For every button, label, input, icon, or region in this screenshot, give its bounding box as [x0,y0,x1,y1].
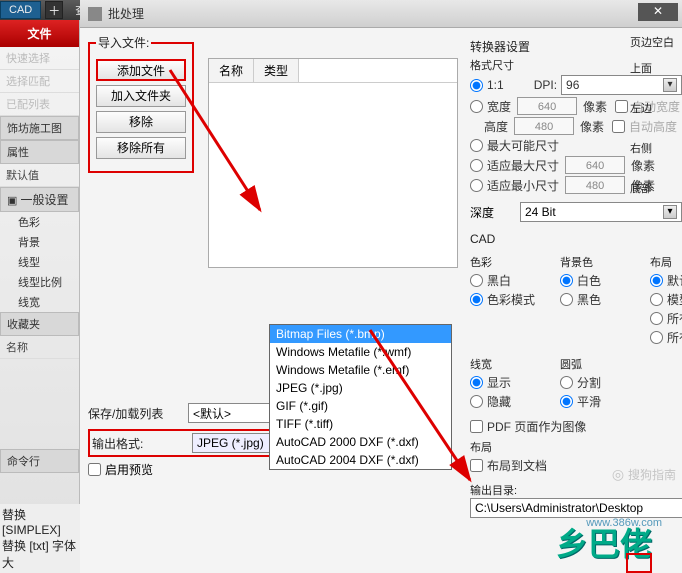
format-option[interactable]: Windows Metafile (*.wmf) [270,343,451,361]
sidebar-sub[interactable]: 线型比例 [0,272,79,292]
format-option[interactable]: GIF (*.gif) [270,397,451,415]
new-tab-button[interactable]: ＋ [45,1,63,19]
file-list[interactable]: 名称 类型 [208,58,458,268]
remove-all-button[interactable]: 移除所有 [96,137,186,159]
layout-model-radio[interactable] [650,293,663,306]
max-radio[interactable] [470,139,483,152]
smooth-radio[interactable] [560,395,573,408]
annotation-rect [626,553,652,573]
hide-radio[interactable] [470,395,483,408]
add-file-button[interactable]: 添加文件 [96,59,186,81]
auto-width-check[interactable] [615,100,628,113]
preview-checkbox[interactable] [88,463,101,476]
split-radio[interactable] [560,376,573,389]
sidebar-sub[interactable]: 背景 [0,232,79,252]
dialog-title: 批处理 [108,5,144,22]
sidebar-fav[interactable]: 收藏夹 [0,312,79,336]
colormode-radio[interactable] [470,293,483,306]
layout-all-radio[interactable] [650,312,663,325]
auto-height-check[interactable] [612,120,625,133]
dialog-titlebar: 批处理 ✕ [80,0,682,28]
layout-allp-radio[interactable] [650,331,663,344]
sidebar-item[interactable]: 选择匹配 [0,70,79,93]
pdf-img-check[interactable] [470,420,483,433]
col-name[interactable]: 名称 [209,59,254,82]
remove-button[interactable]: 移除 [96,111,186,133]
sidebar-attr[interactable]: 属性 [0,140,79,164]
sidebar-item[interactable]: 快速选择 [0,47,79,70]
fitmax-radio[interactable] [470,159,483,172]
import-group: 导入文件: 添加文件 加入文件夹 移除 移除所有 [88,34,194,173]
ratio-1-1[interactable] [470,79,483,92]
cad-title: CAD [470,232,682,246]
depth-label: 深度 [470,204,520,221]
format-option[interactable]: AutoCAD 2000 DXF (*.dxf) [270,433,451,451]
layout-default-radio[interactable] [650,274,663,287]
sidebar-sub[interactable]: 线型 [0,252,79,272]
command-history: 替换 [SIMPLEX] 替换 [txt] 字体大 [0,504,80,573]
dialog-icon [88,7,102,21]
sidebar-general[interactable]: ▣ 一般设置 [0,187,79,212]
cad-tab[interactable]: CAD [0,1,41,19]
layout-doc-check[interactable] [470,459,483,472]
output-dir-label: 输出目录: [470,482,682,498]
format-option[interactable]: Windows Metafile (*.emf) [270,361,451,379]
sidebar-sub[interactable]: 线宽 [0,292,79,312]
save-load-label: 保存/加载列表 [88,405,188,422]
format-option[interactable]: AutoCAD 2004 DXF (*.dxf) [270,451,451,469]
close-button[interactable]: ✕ [638,3,678,21]
import-legend: 导入文件: [96,34,151,51]
add-folder-button[interactable]: 加入文件夹 [96,85,186,107]
sidebar-section[interactable]: 饰坊施工图 [0,116,79,140]
sidebar-name: 名称 [0,336,79,359]
format-option[interactable]: Bitmap Files (*.bmp) [270,325,451,343]
output-format-label: 输出格式: [92,435,192,452]
format-dropdown[interactable]: Bitmap Files (*.bmp) Windows Metafile (*… [269,324,452,470]
output-dir-input[interactable] [470,498,682,518]
preview-label: 启用预览 [105,461,153,478]
white-radio[interactable] [560,274,573,287]
depth-combo[interactable]: 24 Bit▾ [520,202,682,222]
dialog-body: 导入文件: 添加文件 加入文件夹 移除 移除所有 名称 类型 保存/加载列表 <… [80,28,682,573]
margins-col: 页边空白 上面 左边 右侧 底部 [630,34,680,196]
black-radio[interactable] [560,293,573,306]
file-tab[interactable]: 文件 [0,20,79,47]
fitmin-radio[interactable] [470,179,483,192]
sidebar-cmd[interactable]: 命令行 [0,449,79,473]
width-radio[interactable] [470,100,483,113]
format-option[interactable]: JPEG (*.jpg) [270,379,451,397]
height-input[interactable]: 480 [514,117,574,135]
sidebar-default[interactable]: 默认值 [0,164,79,187]
left-sidebar: 文件 快速选择 选择匹配 已配列表 饰坊施工图 属性 默认值 ▣ 一般设置 色彩… [0,20,80,573]
format-option[interactable]: TIFF (*.tiff) [270,415,451,433]
sidebar-sub[interactable]: 色彩 [0,212,79,232]
bw-radio[interactable] [470,274,483,287]
watermark-sogou: ◎ 搜狗指南 [612,466,676,483]
show-radio[interactable] [470,376,483,389]
col-type[interactable]: 类型 [254,59,299,82]
sidebar-item[interactable]: 已配列表 [0,93,79,116]
width-input[interactable]: 640 [517,97,577,115]
